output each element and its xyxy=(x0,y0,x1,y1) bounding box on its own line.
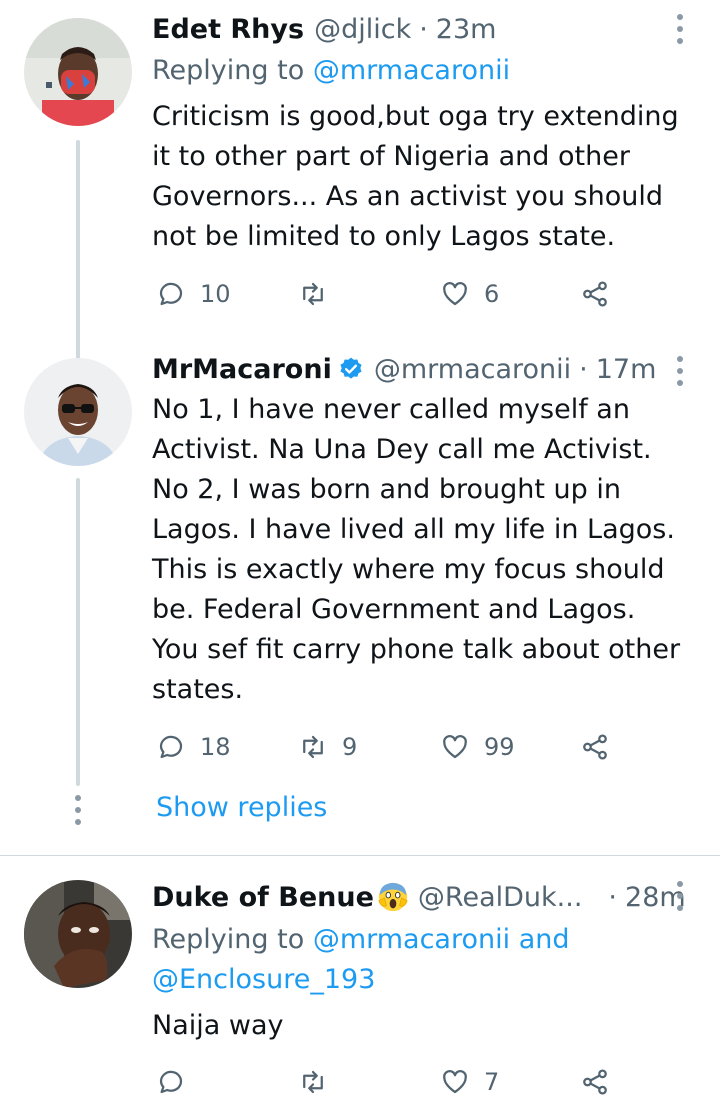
like-count: 99 xyxy=(484,733,515,761)
tweet-actions: 7 xyxy=(156,1062,626,1102)
reply-button[interactable]: 18 xyxy=(156,727,231,767)
retweet-icon xyxy=(303,735,323,759)
replying-to-label: Replying to xyxy=(152,924,313,955)
heart-icon xyxy=(443,735,467,759)
heart-icon xyxy=(443,282,467,306)
tweet-text-line: No 2, I was born and brought up in xyxy=(152,474,621,505)
separator-dot: · xyxy=(608,881,618,913)
reply-count: 10 xyxy=(200,280,231,308)
more-options-icon[interactable] xyxy=(674,356,686,386)
replying-to: Replying to @mrmacaronii xyxy=(152,51,692,91)
author-handle[interactable]: @RealDuk... xyxy=(418,882,583,913)
show-replies-link[interactable]: Show replies xyxy=(156,792,327,823)
author-handle[interactable]: @mrmacaronii xyxy=(374,354,571,385)
reply-button[interactable]: 10 xyxy=(156,274,231,314)
heart-icon xyxy=(443,1070,467,1094)
like-count: 6 xyxy=(484,280,500,308)
retweet-button[interactable] xyxy=(298,274,342,314)
share-icon xyxy=(583,1069,607,1095)
screaming-face-emoji-icon xyxy=(378,882,408,912)
retweet-count: 9 xyxy=(342,733,358,761)
like-button[interactable]: 99 xyxy=(440,727,515,767)
reply-icon xyxy=(159,735,183,759)
thread-ellipsis-icon xyxy=(74,795,82,825)
avatar[interactable] xyxy=(24,358,132,466)
author-name[interactable]: Edet Rhys xyxy=(152,14,304,45)
tweet-text-line: No 1, I have never called myself an xyxy=(152,394,630,425)
tweet-text-line: Activist. Na Una Dey call me Activist. xyxy=(152,434,652,465)
tweet-text-line: This is exactly where my focus should xyxy=(152,554,665,585)
tweet-text-line: Lagos. I have lived all my life in Lagos… xyxy=(152,514,675,545)
like-count: 7 xyxy=(484,1068,500,1096)
mention-link[interactable]: @mrmacaronii xyxy=(313,55,510,86)
tweet-text-line: be. Federal Government and Lagos. xyxy=(152,594,636,625)
tweet-text-line: Naija way xyxy=(152,1010,284,1041)
share-button[interactable] xyxy=(580,727,610,767)
more-options-icon[interactable] xyxy=(674,14,686,44)
reply-icon xyxy=(159,282,183,306)
avatar[interactable] xyxy=(24,880,132,988)
tweet-text: No 1, I have never called myself an Acti… xyxy=(152,390,692,710)
author-handle[interactable]: @djlick xyxy=(314,14,411,45)
separator-dot: · xyxy=(579,353,588,385)
more-options-icon[interactable] xyxy=(674,881,686,911)
share-icon xyxy=(583,734,607,760)
tweet-text-line: Governors... As an activist you should xyxy=(152,181,663,212)
retweet-icon xyxy=(303,282,323,306)
avatar[interactable] xyxy=(24,18,132,126)
retweet-icon xyxy=(303,1070,323,1094)
tweet-actions: 18 9 99 xyxy=(156,727,626,767)
like-button[interactable]: 7 xyxy=(440,1062,499,1102)
thread-line xyxy=(76,478,80,786)
replying-to-and: and xyxy=(510,924,570,955)
divider xyxy=(0,855,720,856)
mention-link[interactable]: @Enclosure_193 xyxy=(152,964,375,995)
author-name[interactable]: Duke of Benue xyxy=(152,882,374,913)
like-button[interactable]: 6 xyxy=(440,274,499,314)
share-icon xyxy=(583,281,607,307)
verified-badge-icon xyxy=(340,357,362,379)
share-button[interactable] xyxy=(580,1062,610,1102)
tweet-text-line: You sef fit carry phone talk about other xyxy=(152,634,681,665)
tweet-actions: 10 6 xyxy=(156,274,626,314)
tweet-text: Criticism is good,but oga try extending … xyxy=(152,97,692,257)
timestamp[interactable]: 23m xyxy=(436,14,497,45)
author-name[interactable]: MrMacaroni xyxy=(152,354,332,385)
separator-dot: · xyxy=(419,13,428,45)
retweet-button[interactable] xyxy=(298,1062,342,1102)
tweet-text-line: it to other part of Nigeria and other xyxy=(152,141,630,172)
tweet-text-line: Criticism is good,but oga try extending xyxy=(152,101,679,132)
reply-icon xyxy=(159,1070,183,1094)
thread-line xyxy=(76,140,80,360)
reply-button[interactable] xyxy=(156,1062,200,1102)
tweet-text: Naija way xyxy=(152,1006,692,1046)
timestamp[interactable]: 17m xyxy=(596,354,657,385)
tweet-text-line: states. xyxy=(152,674,244,705)
mention-link[interactable]: @mrmacaronii xyxy=(313,924,510,955)
share-button[interactable] xyxy=(580,274,610,314)
replying-to-label: Replying to xyxy=(152,55,313,86)
reply-count: 18 xyxy=(200,733,231,761)
replying-to: Replying to @mrmacaronii and @Enclosure_… xyxy=(152,920,692,1000)
retweet-button[interactable]: 9 xyxy=(298,727,357,767)
tweet-text-line: not be limited to only Lagos state. xyxy=(152,221,616,252)
